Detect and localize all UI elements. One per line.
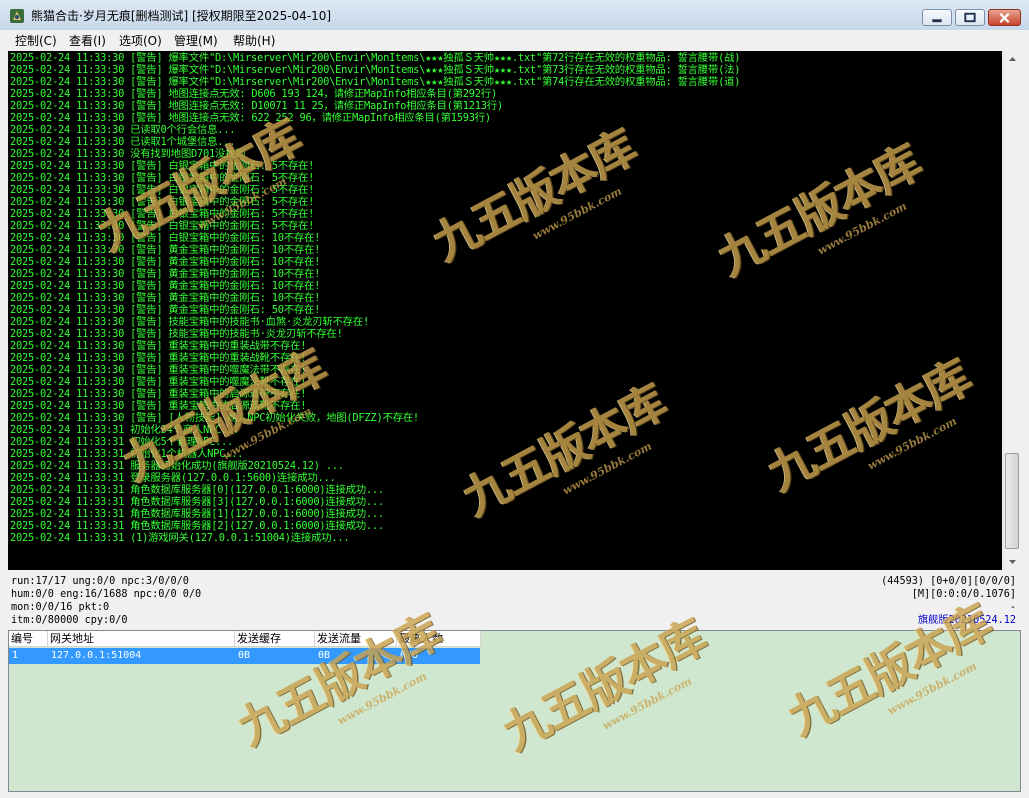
title-bar[interactable]: 熊猫合击·岁月无痕[删档测试] [授权期限至2025-04-10] bbox=[0, 0, 1029, 31]
gateway-table[interactable]: 编号 网关地址 发送缓存 发送流量 最高人数 1 127.0.0.1:51004… bbox=[8, 630, 1021, 792]
scroll-down-icon[interactable] bbox=[1004, 553, 1021, 570]
log-line: 2025-02-24 11:33:30 [警告] 爆率文件"D:\Mirserv… bbox=[10, 76, 741, 88]
col-send-traffic[interactable]: 发送流量 bbox=[315, 631, 397, 647]
status-dash: - bbox=[1009, 602, 1016, 613]
log-line: 2025-02-24 11:33:30 [警告] 重装宝箱中的重装战带不存在! bbox=[10, 340, 307, 352]
menu-bar: 控制(C) 查看(I) 选项(O) 管理(M) 帮助(H) bbox=[0, 30, 1029, 50]
log-line: 2025-02-24 11:33:30 [警告] 黄金宝箱中的金刚石: 10不存… bbox=[10, 244, 321, 256]
log-line: 2025-02-24 11:33:30 已读取1个城堡信息... bbox=[10, 136, 236, 148]
log-line: 2025-02-24 11:33:30 [警告] 白银宝箱中的金刚石: 5不存在… bbox=[10, 184, 315, 196]
log-line: 2025-02-24 11:33:30 [警告] 白银宝箱中的金刚石: 5不存在… bbox=[10, 208, 315, 220]
table-row[interactable]: 1 127.0.0.1:51004 0B 0B 0/0 bbox=[9, 648, 480, 664]
close-button[interactable] bbox=[988, 9, 1021, 26]
menu-control[interactable]: 控制(C) bbox=[15, 32, 57, 49]
log-line: 2025-02-24 11:33:31 角色数据库服务器[2](127.0.0.… bbox=[10, 520, 384, 532]
menu-manage[interactable]: 管理(M) bbox=[174, 32, 218, 49]
app-icon bbox=[10, 9, 24, 23]
log-line: 2025-02-24 11:33:30 [警告] 黄金宝箱中的金刚石: 10不存… bbox=[10, 292, 321, 304]
log-line: 2025-02-24 11:33:31 服务器初始化成功(旗舰版20210524… bbox=[10, 460, 344, 472]
col-send-buffer[interactable]: 发送缓存 bbox=[235, 631, 315, 647]
log-line: 2025-02-24 11:33:31 角色数据库服务器[3](127.0.0.… bbox=[10, 496, 384, 508]
log-line: 2025-02-24 11:33:31 初始化5个管理NPC... bbox=[10, 436, 233, 448]
log-line: 2025-02-24 11:33:30 [警告] 地图连接点无效: 622 25… bbox=[10, 112, 491, 124]
menu-help[interactable]: 帮助(H) bbox=[233, 32, 275, 49]
log-line: 2025-02-24 11:33:30 [警告] 重装宝箱中的启源道带不存在! bbox=[10, 388, 307, 400]
scroll-thumb[interactable] bbox=[1005, 453, 1019, 549]
log-line: 2025-02-24 11:33:30 [警告] 技能宝箱中的技能书·血煞·炎龙… bbox=[10, 316, 369, 328]
log-line: 2025-02-24 11:33:30 [警告] 白银宝箱中的金刚石: 5不存在… bbox=[10, 220, 315, 232]
status-counter: (44593) [0+0/0][0/0/0] bbox=[881, 576, 1016, 587]
log-line: 2025-02-24 11:33:31 初始化34个商人NPC... bbox=[10, 424, 240, 436]
menu-view[interactable]: 查看(I) bbox=[69, 32, 106, 49]
log-line: 2025-02-24 11:33:30 [警告] 白银宝箱中的金刚石: 5不存在… bbox=[10, 160, 315, 172]
scroll-up-icon[interactable] bbox=[1004, 51, 1021, 68]
log-line: 2025-02-24 11:33:30 [警告] 爆率文件"D:\Mirserv… bbox=[10, 52, 741, 64]
minimize-icon bbox=[932, 19, 942, 23]
cell-send-buffer: 0B bbox=[238, 650, 251, 661]
log-line: 2025-02-24 11:33:30 [警告] 黄金宝箱中的金刚石: 10不存… bbox=[10, 268, 321, 280]
status-timing: [M][0:0:0/0.1076] bbox=[911, 589, 1016, 600]
log-lines: 2025-02-24 11:33:30 [警告] 爆率文件"D:\Mirserv… bbox=[10, 52, 740, 544]
log-line: 2025-02-24 11:33:30 [警告] [人物技能] 商人NPC初始化… bbox=[10, 412, 419, 424]
cell-max-users: 0/0 bbox=[400, 650, 419, 661]
log-line: 2025-02-24 11:33:31 角色数据库服务器[1](127.0.0.… bbox=[10, 508, 384, 520]
col-max-users[interactable]: 最高人数 bbox=[397, 631, 481, 647]
log-line: 2025-02-24 11:33:31 初始化1个机器人NPC... bbox=[10, 448, 244, 460]
log-line: 2025-02-24 11:33:31 登录服务器(127.0.0.1:5600… bbox=[10, 472, 336, 484]
col-id[interactable]: 编号 bbox=[9, 631, 48, 647]
status-panel: run:17/17 ung:0/0 npc:3/0/0/0 hum:0/0 en… bbox=[0, 571, 1029, 629]
log-line: 2025-02-24 11:33:30 [警告] 地图连接点无效: D10071… bbox=[10, 100, 503, 112]
cell-send-traffic: 0B bbox=[318, 650, 331, 661]
log-line: 2025-02-24 11:33:31 角色数据库服务器[0](127.0.0.… bbox=[10, 484, 384, 496]
log-line: 2025-02-24 11:33:30 [警告] 白银宝箱中的金刚石: 5不存在… bbox=[10, 172, 315, 184]
log-line: 2025-02-24 11:33:30 [警告] 重装宝箱中的启源道靴不存在! bbox=[10, 400, 307, 412]
window-title: 熊猫合击·岁月无痕[删档测试] [授权期限至2025-04-10] bbox=[31, 9, 332, 23]
log-line: 2025-02-24 11:33:30 [警告] 重装宝箱中的噬魔法靴不存在! bbox=[10, 376, 307, 388]
maximize-button[interactable] bbox=[955, 9, 985, 26]
log-line: 2025-02-24 11:33:30 [警告] 白银宝箱中的金刚石: 5不存在… bbox=[10, 196, 315, 208]
log-line: 2025-02-24 11:33:31 (1)游戏网关(127.0.0.1:51… bbox=[10, 532, 350, 544]
log-line: 2025-02-24 11:33:30 [警告] 爆率文件"D:\Mirserv… bbox=[10, 64, 741, 76]
main-window: 熊猫合击·岁月无痕[删档测试] [授权期限至2025-04-10] 控制(C) … bbox=[0, 0, 1029, 798]
log-line: 2025-02-24 11:33:30 [警告] 白银宝箱中的金刚石: 10不存… bbox=[10, 232, 321, 244]
log-line: 2025-02-24 11:33:30 [警告] 黄金宝箱中的金刚石: 10不存… bbox=[10, 256, 321, 268]
version-label: 旗舰版20210524.12 bbox=[917, 615, 1016, 626]
log-line: 2025-02-24 11:33:30 [警告] 技能宝箱中的技能书·炎龙刃斩不… bbox=[10, 328, 343, 340]
col-address[interactable]: 网关地址 bbox=[48, 631, 235, 647]
log-line: 2025-02-24 11:33:30 [警告] 重装宝箱中的重装战靴不存在! bbox=[10, 352, 307, 364]
log-line: 2025-02-24 11:33:30 已读取0个行会信息... bbox=[10, 124, 236, 136]
log-line: 2025-02-24 11:33:30 [警告] 黄金宝箱中的金刚石: 50不存… bbox=[10, 304, 321, 316]
log-line: 2025-02-24 11:33:30 [警告] 黄金宝箱中的金刚石: 10不存… bbox=[10, 280, 321, 292]
minimize-button[interactable] bbox=[922, 9, 952, 26]
maximize-icon bbox=[964, 12, 976, 23]
cell-id: 1 bbox=[12, 650, 19, 661]
log-console[interactable]: 2025-02-24 11:33:30 [警告] 爆率文件"D:\Mirserv… bbox=[8, 51, 1002, 570]
close-icon bbox=[999, 12, 1010, 24]
log-line: 2025-02-24 11:33:30 [警告] 重装宝箱中的噬魔法带不存在! bbox=[10, 364, 307, 376]
status-run: run:17/17 ung:0/0 npc:3/0/0/0 bbox=[11, 576, 189, 587]
status-mon: mon:0/0/16 pkt:0 bbox=[11, 602, 110, 613]
status-hum: hum:0/0 eng:16/1688 npc:0/0 0/0 bbox=[11, 589, 202, 600]
status-itm: itm:0/80000 cpy:0/0 bbox=[11, 615, 128, 626]
log-line: 2025-02-24 11:33:30 没有找到地图D701没找到 bbox=[10, 148, 246, 160]
log-line: 2025-02-24 11:33:30 [警告] 地图连接点无效: D606 1… bbox=[10, 88, 497, 100]
cell-address: 127.0.0.1:51004 bbox=[51, 650, 142, 661]
menu-options[interactable]: 选项(O) bbox=[119, 32, 162, 49]
console-scrollbar[interactable] bbox=[1003, 51, 1021, 570]
